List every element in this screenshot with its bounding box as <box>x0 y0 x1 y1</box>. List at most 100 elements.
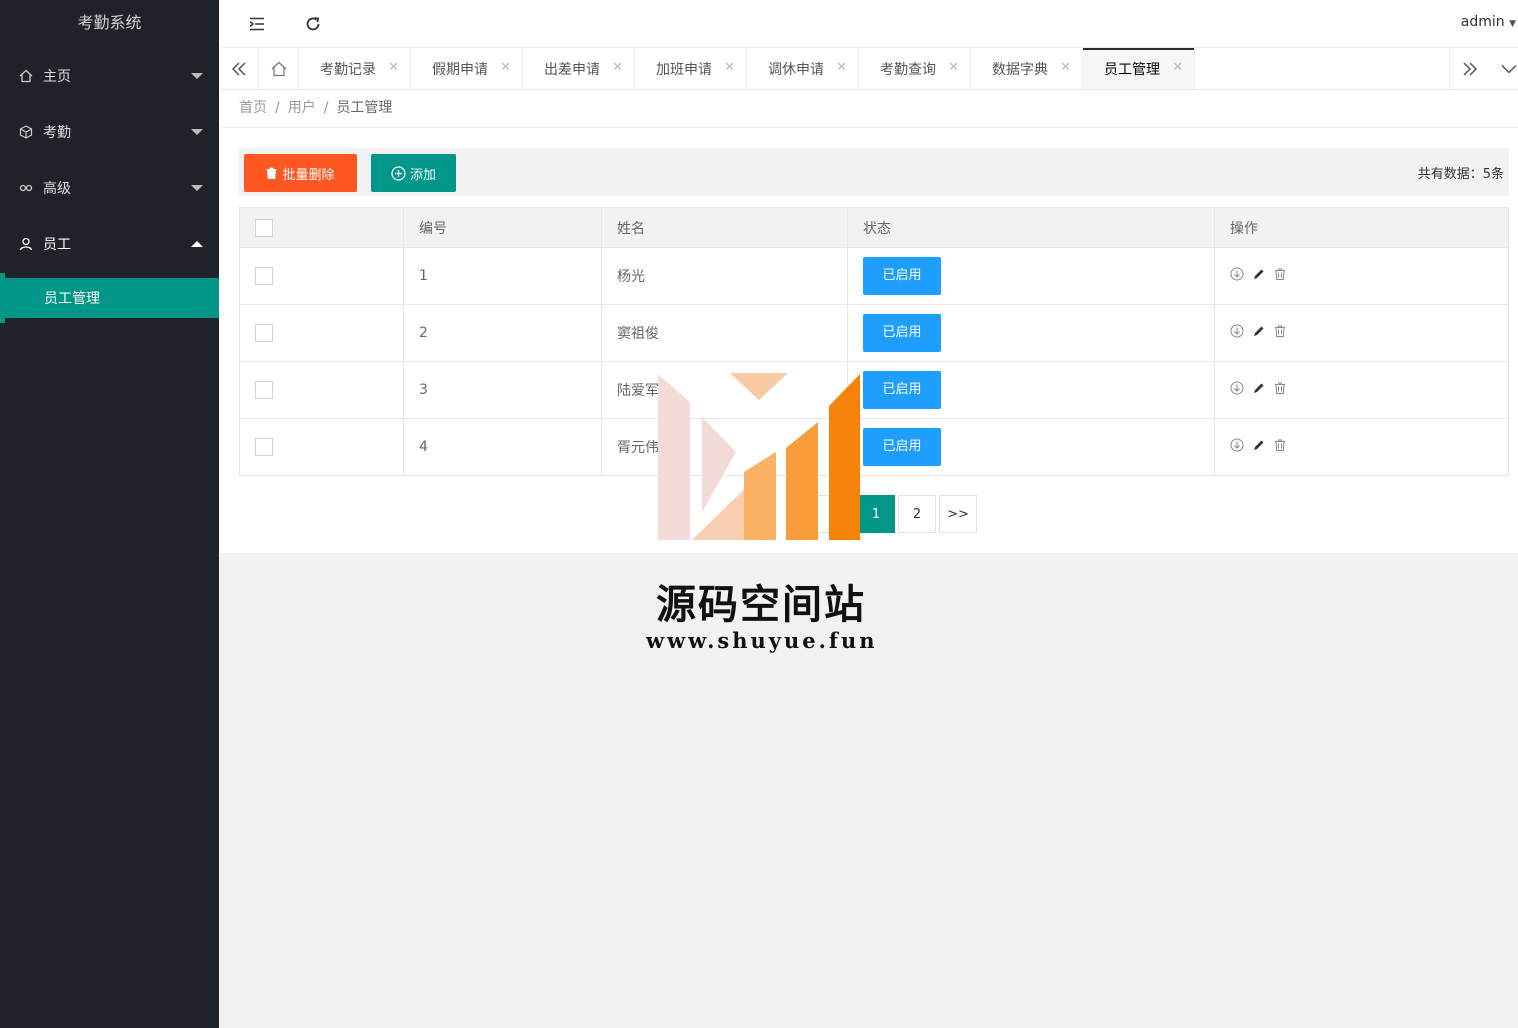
sidebar-subitem-employee-management[interactable]: 员工管理 <box>0 273 219 323</box>
tab-business-trip[interactable]: 出差申请 ✕ <box>523 48 635 89</box>
main-content: 首页 / 用户 / 员工管理 批量删除 添加 共有数据：5条 编号 姓名 状态 操作 <box>219 90 1518 553</box>
user-menu[interactable]: admin ▼ <box>1461 14 1518 30</box>
download-icon[interactable] <box>1230 267 1244 285</box>
delete-icon[interactable] <box>1274 325 1286 341</box>
sidebar-item-label: 员工 <box>43 237 71 253</box>
edit-icon[interactable] <box>1252 268 1265 285</box>
senior-icon <box>18 180 34 196</box>
column-header-id: 编号 <box>403 207 602 248</box>
tab-list: 考勤记录 ✕ 假期申请 ✕ 出差申请 ✕ 加班申请 ✕ 调休申请 ✕ 考勤查询 ✕ 数据字典… <box>299 48 1195 89</box>
column-header-status: 状态 <box>847 207 1215 248</box>
tab-home-icon[interactable] <box>259 48 299 89</box>
edit-icon[interactable] <box>1252 439 1265 456</box>
tab-label: 员工管理 <box>1104 61 1160 78</box>
pagination-next[interactable]: >> <box>939 495 977 533</box>
download-icon[interactable] <box>1230 324 1244 342</box>
status-button[interactable]: 已启用 <box>863 371 941 409</box>
tab-overtime[interactable]: 加班申请 ✕ <box>635 48 747 89</box>
tab-attendance-query[interactable]: 考勤查询 ✕ <box>859 48 971 89</box>
tab-label: 考勤查询 <box>880 61 936 78</box>
cube-icon <box>18 124 34 140</box>
close-icon[interactable]: ✕ <box>1172 60 1183 75</box>
close-icon[interactable]: ✕ <box>836 60 847 75</box>
close-icon[interactable]: ✕ <box>500 60 511 75</box>
sidebar-item-attendance[interactable]: 考勤 <box>0 104 219 160</box>
caret-down-icon: ▼ <box>1509 19 1516 29</box>
app-logo[interactable]: 考勤系统 <box>0 0 219 48</box>
pagination: < 1 2 >> <box>816 495 980 533</box>
delete-icon[interactable] <box>1274 439 1286 455</box>
table-header-row: 编号 姓名 状态 操作 <box>239 207 1509 248</box>
cell-name: 陆爱军 <box>601 361 848 419</box>
pagination-page-current[interactable]: 1 <box>857 495 895 533</box>
batch-delete-button[interactable]: 批量删除 <box>244 154 357 192</box>
breadcrumb-parent[interactable]: 用户 <box>288 100 316 116</box>
edit-icon[interactable] <box>1252 325 1265 342</box>
close-icon[interactable]: ✕ <box>1060 60 1071 75</box>
sidebar-item-employee[interactable]: 员工 <box>0 216 219 272</box>
column-header-actions: 操作 <box>1214 207 1509 248</box>
tab-label: 加班申请 <box>656 61 712 78</box>
top-header: admin ▼ <box>219 0 1518 48</box>
row-checkbox[interactable] <box>255 381 273 399</box>
column-header-name: 姓名 <box>601 207 848 248</box>
close-icon[interactable]: ✕ <box>388 60 399 75</box>
chevron-down-icon <box>191 185 203 191</box>
user-icon <box>18 236 34 252</box>
breadcrumb: 首页 / 用户 / 员工管理 <box>219 90 1518 128</box>
status-button[interactable]: 已启用 <box>863 428 941 466</box>
menu-fold-icon[interactable] <box>247 14 267 34</box>
batch-delete-label: 批量删除 <box>282 167 335 183</box>
tab-employee-management[interactable]: 员工管理 ✕ <box>1083 48 1195 89</box>
table-row: 3 陆爱军 已启用 <box>239 361 1509 419</box>
pagination-page-2[interactable]: 2 <box>898 495 936 533</box>
select-all-cell <box>239 207 404 248</box>
employee-table: 编号 姓名 状态 操作 1 杨光 已启用 2 窦祖俊 已启用 3 陆爱军 已启用… <box>239 207 1509 476</box>
table-row: 4 胥元伟 已启用 <box>239 418 1509 476</box>
download-icon[interactable] <box>1230 438 1244 456</box>
refresh-icon[interactable] <box>303 14 323 34</box>
sidebar-item-home[interactable]: 主页 <box>0 48 219 104</box>
status-button[interactable]: 已启用 <box>863 314 941 352</box>
row-checkbox[interactable] <box>255 324 273 342</box>
table-row: 1 杨光 已启用 <box>239 247 1509 305</box>
row-checkbox[interactable] <box>255 267 273 285</box>
tabs-scroll-right-icon[interactable] <box>1449 48 1489 89</box>
watermark-title: 源码空间站 <box>656 582 866 628</box>
tab-compensatory-leave[interactable]: 调休申请 ✕ <box>747 48 859 89</box>
add-button[interactable]: 添加 <box>371 154 456 192</box>
breadcrumb-home[interactable]: 首页 <box>239 100 267 116</box>
delete-icon[interactable] <box>1274 382 1286 398</box>
delete-icon[interactable] <box>1274 268 1286 284</box>
pagination-prev[interactable]: < <box>816 495 854 533</box>
edit-icon[interactable] <box>1252 382 1265 399</box>
sidebar-item-label: 高级 <box>43 181 71 197</box>
close-icon[interactable]: ✕ <box>612 60 623 75</box>
tab-label: 调休申请 <box>768 61 824 78</box>
tab-label: 数据字典 <box>992 61 1048 78</box>
tab-attendance-records[interactable]: 考勤记录 ✕ <box>299 48 411 89</box>
add-label: 添加 <box>409 167 436 183</box>
close-icon[interactable]: ✕ <box>724 60 735 75</box>
sidebar-item-senior[interactable]: 高级 <box>0 160 219 216</box>
username: admin <box>1460 14 1505 30</box>
cell-id: 4 <box>403 418 602 476</box>
cell-name: 窦祖俊 <box>601 304 848 362</box>
select-all-checkbox[interactable] <box>255 218 273 237</box>
close-icon[interactable]: ✕ <box>948 60 959 75</box>
tab-data-dictionary[interactable]: 数据字典 ✕ <box>971 48 1083 89</box>
tabs-menu-chevron-down-icon[interactable] <box>1489 48 1518 89</box>
row-checkbox[interactable] <box>255 438 273 456</box>
watermark-url: www.shuyue.fun <box>646 628 878 653</box>
sidebar-item-label: 考勤 <box>43 125 71 141</box>
tabs-scroll-left-icon[interactable] <box>219 48 259 89</box>
page-tabs: 考勤记录 ✕ 假期申请 ✕ 出差申请 ✕ 加班申请 ✕ 调休申请 ✕ 考勤查询 ✕ 数据字典… <box>219 48 1518 90</box>
tab-leave-application[interactable]: 假期申请 ✕ <box>411 48 523 89</box>
cell-id: 2 <box>403 304 602 362</box>
breadcrumb-current: 员工管理 <box>336 100 393 116</box>
download-icon[interactable] <box>1230 381 1244 399</box>
status-button[interactable]: 已启用 <box>863 257 941 295</box>
sidebar-subitem-label: 员工管理 <box>44 291 100 307</box>
total-count: 共有数据：5条 <box>1417 167 1504 182</box>
tab-label: 出差申请 <box>544 61 600 78</box>
